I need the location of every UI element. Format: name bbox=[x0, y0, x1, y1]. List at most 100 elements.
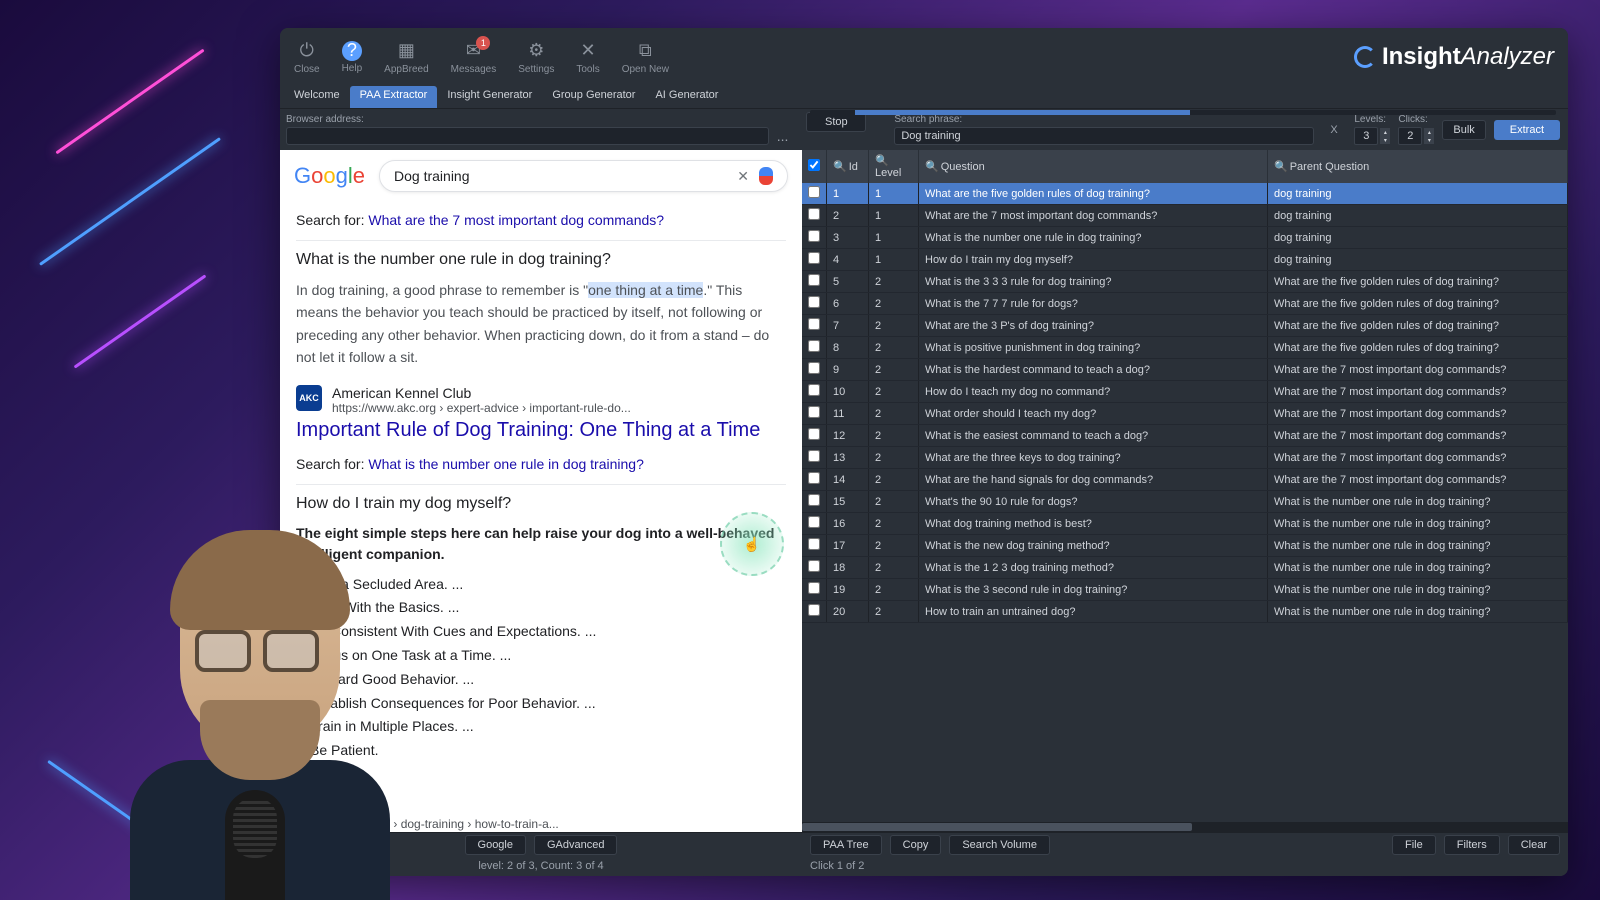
col-checkbox[interactable] bbox=[802, 150, 827, 183]
row-checkbox[interactable] bbox=[802, 491, 827, 513]
tools-button[interactable]: ✕Tools bbox=[576, 40, 599, 75]
row-checkbox[interactable] bbox=[802, 579, 827, 601]
cell-question: What dog training method is best? bbox=[919, 513, 1268, 535]
cell-parent: What are the 7 most important dog comman… bbox=[1268, 469, 1568, 491]
table-row[interactable]: 9 2 What is the hardest command to teach… bbox=[802, 359, 1568, 381]
row-checkbox[interactable] bbox=[802, 205, 827, 227]
table-row[interactable]: 1 1 What are the five golden rules of do… bbox=[802, 183, 1568, 205]
table-row[interactable]: 11 2 What order should I teach my dog? W… bbox=[802, 403, 1568, 425]
cell-parent: What are the five golden rules of dog tr… bbox=[1268, 315, 1568, 337]
filters-button[interactable]: Filters bbox=[1444, 835, 1500, 855]
table-row[interactable]: 17 2 What is the new dog training method… bbox=[802, 535, 1568, 557]
bulk-button[interactable]: Bulk bbox=[1442, 120, 1485, 140]
row-checkbox[interactable] bbox=[802, 337, 827, 359]
tab-paa-extractor[interactable]: PAA Extractor bbox=[350, 86, 438, 108]
row-checkbox[interactable] bbox=[802, 557, 827, 579]
clear-search-icon[interactable]: ✕ bbox=[737, 168, 749, 185]
row-checkbox[interactable] bbox=[802, 227, 827, 249]
table-row[interactable]: 3 1 What is the number one rule in dog t… bbox=[802, 227, 1568, 249]
col-id[interactable]: 🔍Id bbox=[827, 150, 869, 183]
appbreed-button[interactable]: ▦AppBreed bbox=[384, 40, 428, 75]
table-row[interactable]: 12 2 What is the easiest command to teac… bbox=[802, 425, 1568, 447]
row-checkbox[interactable] bbox=[802, 601, 827, 623]
table-row[interactable]: 5 2 What is the 3 3 3 rule for dog train… bbox=[802, 271, 1568, 293]
col-level[interactable]: 🔍Level bbox=[869, 150, 919, 183]
browse-button[interactable]: ... bbox=[773, 128, 793, 144]
cell-question: What are the 7 most important dog comman… bbox=[919, 205, 1268, 227]
table-row[interactable]: 15 2 What's the 90 10 rule for dogs? Wha… bbox=[802, 491, 1568, 513]
browser-address-input[interactable] bbox=[286, 127, 769, 145]
clear-button[interactable]: Clear bbox=[1508, 835, 1560, 855]
row-checkbox[interactable] bbox=[802, 271, 827, 293]
search-volume-button[interactable]: Search Volume bbox=[949, 835, 1050, 855]
tab-insight-generator[interactable]: Insight Generator bbox=[437, 86, 542, 108]
search-for-link-2[interactable]: What is the number one rule in dog train… bbox=[368, 456, 644, 472]
settings-button[interactable]: ⚙Settings bbox=[518, 40, 554, 75]
row-checkbox[interactable] bbox=[802, 513, 827, 535]
extract-button[interactable]: Extract bbox=[1494, 120, 1560, 140]
search-phrase-label: Search phrase: bbox=[894, 114, 1314, 125]
messages-button[interactable]: ✉Messages bbox=[451, 40, 497, 75]
chevron-up-icon[interactable]: ▴ bbox=[1424, 128, 1434, 136]
tab-ai-generator[interactable]: AI Generator bbox=[645, 86, 728, 108]
row-checkbox[interactable] bbox=[802, 447, 827, 469]
col-parent[interactable]: 🔍Parent Question bbox=[1268, 150, 1568, 183]
table-row[interactable]: 4 1 How do I train my dog myself? dog tr… bbox=[802, 249, 1568, 271]
levels-input[interactable] bbox=[1354, 127, 1378, 145]
cell-id: 17 bbox=[827, 535, 869, 557]
google-search-box[interactable]: ✕ bbox=[379, 160, 788, 192]
table-row[interactable]: 14 2 What are the hand signals for dog c… bbox=[802, 469, 1568, 491]
clicks-stepper[interactable]: ▴▾ bbox=[1424, 128, 1434, 144]
row-checkbox[interactable] bbox=[802, 183, 827, 205]
table-row[interactable]: 2 1 What are the 7 most important dog co… bbox=[802, 205, 1568, 227]
row-checkbox[interactable] bbox=[802, 425, 827, 447]
help-button[interactable]: ?Help bbox=[342, 41, 363, 74]
table-row[interactable]: 16 2 What dog training method is best? W… bbox=[802, 513, 1568, 535]
table-row[interactable]: 10 2 How do I teach my dog no command? W… bbox=[802, 381, 1568, 403]
row-checkbox[interactable] bbox=[802, 249, 827, 271]
cell-level: 1 bbox=[869, 227, 919, 249]
horizontal-scrollbar[interactable] bbox=[802, 822, 1568, 832]
paa-tree-button[interactable]: PAA Tree bbox=[810, 835, 882, 855]
clicks-input[interactable] bbox=[1398, 127, 1422, 145]
cell-parent: What are the 7 most important dog comman… bbox=[1268, 359, 1568, 381]
row-checkbox[interactable] bbox=[802, 381, 827, 403]
close-button[interactable]: ⏻Close bbox=[294, 40, 320, 75]
row-checkbox[interactable] bbox=[802, 293, 827, 315]
cell-level: 2 bbox=[869, 491, 919, 513]
open-new-button[interactable]: ⧉Open New bbox=[622, 40, 669, 75]
row-checkbox[interactable] bbox=[802, 535, 827, 557]
google-button[interactable]: Google bbox=[465, 835, 526, 855]
gadvanced-button[interactable]: GAdvanced bbox=[534, 835, 617, 855]
row-checkbox[interactable] bbox=[802, 315, 827, 337]
levels-stepper[interactable]: ▴▾ bbox=[1380, 128, 1390, 144]
table-row[interactable]: 20 2 How to train an untrained dog? What… bbox=[802, 601, 1568, 623]
google-search-input[interactable] bbox=[394, 168, 727, 184]
col-question[interactable]: 🔍Question bbox=[919, 150, 1268, 183]
table-row[interactable]: 8 2 What is positive punishment in dog t… bbox=[802, 337, 1568, 359]
tab-welcome[interactable]: Welcome bbox=[284, 86, 350, 108]
row-checkbox[interactable] bbox=[802, 359, 827, 381]
mic-icon[interactable] bbox=[759, 167, 773, 185]
search-for-link-1[interactable]: What are the 7 most important dog comman… bbox=[368, 212, 664, 228]
chevron-down-icon[interactable]: ▾ bbox=[1380, 136, 1390, 144]
table-row[interactable]: 13 2 What are the three keys to dog trai… bbox=[802, 447, 1568, 469]
results-table-wrap[interactable]: 🔍Id 🔍Level 🔍Question 🔍Parent Question 1 … bbox=[802, 150, 1568, 822]
chevron-down-icon[interactable]: ▾ bbox=[1424, 136, 1434, 144]
result-link-2[interactable]: Important Rule of Dog Training: One Thin… bbox=[296, 419, 786, 442]
cell-level: 2 bbox=[869, 579, 919, 601]
chevron-up-icon[interactable]: ▴ bbox=[1380, 128, 1390, 136]
cell-id: 11 bbox=[827, 403, 869, 425]
search-phrase-input[interactable] bbox=[894, 127, 1314, 145]
copy-button[interactable]: Copy bbox=[890, 835, 942, 855]
clear-x-button[interactable]: X bbox=[1330, 124, 1346, 136]
bottom-actions: Google GAdvanced PAA Tree Copy Search Vo… bbox=[280, 832, 1568, 856]
table-row[interactable]: 7 2 What are the 3 P's of dog training? … bbox=[802, 315, 1568, 337]
table-row[interactable]: 6 2 What is the 7 7 7 rule for dogs? Wha… bbox=[802, 293, 1568, 315]
table-row[interactable]: 18 2 What is the 1 2 3 dog training meth… bbox=[802, 557, 1568, 579]
row-checkbox[interactable] bbox=[802, 469, 827, 491]
table-row[interactable]: 19 2 What is the 3 second rule in dog tr… bbox=[802, 579, 1568, 601]
tab-group-generator[interactable]: Group Generator bbox=[542, 86, 645, 108]
row-checkbox[interactable] bbox=[802, 403, 827, 425]
file-button[interactable]: File bbox=[1392, 835, 1436, 855]
